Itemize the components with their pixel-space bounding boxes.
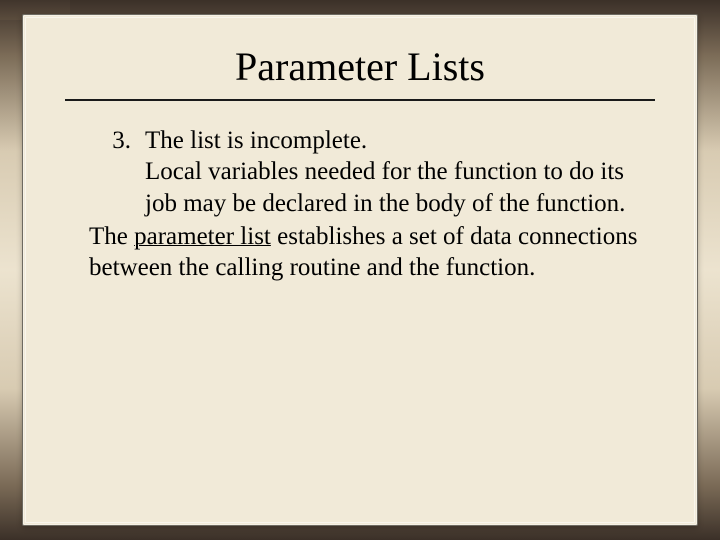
slide: Parameter Lists 3. The list is incomplet… [0,0,720,540]
slide-title: Parameter Lists [65,37,655,101]
paragraph-pre: The [89,223,134,250]
list-text: The list is incomplete. Local variables … [145,125,655,219]
paper-panel: Parameter Lists 3. The list is incomplet… [22,14,698,526]
paragraph: The parameter list establishes a set of … [89,221,655,284]
slide-body: 3. The list is incomplete. Local variabl… [65,125,655,283]
paragraph-underlined: parameter list [134,223,271,250]
list-lead: The list is incomplete. [145,127,367,154]
list-number: 3. [89,125,145,219]
list-item: 3. The list is incomplete. Local variabl… [89,125,655,219]
list-rest: Local variables needed for the function … [145,158,625,216]
